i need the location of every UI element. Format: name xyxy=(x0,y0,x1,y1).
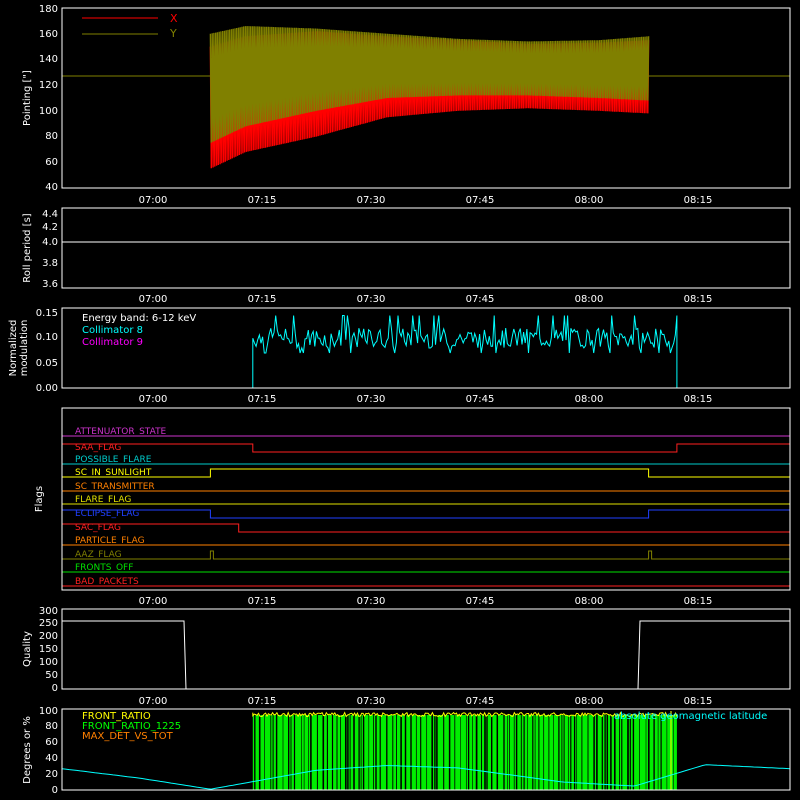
pointing-ytick: 180 xyxy=(39,4,58,15)
quality-ytick: 100 xyxy=(39,657,58,668)
roll-ylabel: Roll period [s] xyxy=(22,213,33,282)
quality-xtick: 07:45 xyxy=(466,696,495,707)
flag-label: POSSIBLE_FLARE xyxy=(75,455,152,465)
quality-xtick: 08:00 xyxy=(575,696,604,707)
flag-label: SAC_FLAG xyxy=(75,523,121,533)
quality-ytick: 200 xyxy=(39,631,58,642)
quality-ytick: 50 xyxy=(45,670,58,681)
flag-label: SC_IN_SUNLIGHT xyxy=(75,468,152,478)
pointing-xtick: 07:00 xyxy=(139,195,168,206)
pointing-ytick: 40 xyxy=(45,182,58,193)
roll-xtick: 07:30 xyxy=(357,294,386,305)
quality-ytick: 150 xyxy=(39,644,58,655)
flag-label: ECLIPSE_FLAG xyxy=(75,509,139,519)
pointing-xtick: 07:45 xyxy=(466,195,495,206)
flag-label: FLARE_FLAG xyxy=(75,495,131,505)
modulation-legend-collimator8: Collimator 8 xyxy=(82,325,143,336)
modulation-xtick: 07:00 xyxy=(139,394,168,405)
flag-label: SAA_FLAG xyxy=(75,443,121,453)
quality-xtick: 07:30 xyxy=(357,696,386,707)
pointing-xtick: 08:15 xyxy=(684,195,713,206)
pointing-ytick: 140 xyxy=(39,54,58,65)
flag-label: AAZ_FLAG xyxy=(75,550,122,560)
roll-ytick: 4.2 xyxy=(42,222,58,233)
pointing-xtick: 07:15 xyxy=(248,195,277,206)
roll-ytick: 3.6 xyxy=(42,279,58,290)
roll-xtick: 07:45 xyxy=(466,294,495,305)
flags-xtick: 07:00 xyxy=(139,596,168,607)
roll-xtick: 07:00 xyxy=(139,294,168,305)
pointing-ytick: 60 xyxy=(45,157,58,168)
quality-ytick: 250 xyxy=(39,618,58,629)
pointing-ylabel: Pointing ["] xyxy=(22,70,33,126)
flag-label: SC_TRANSMITTER xyxy=(75,482,155,492)
pointing-ytick: 100 xyxy=(39,106,58,117)
pointing-ytick: 120 xyxy=(39,80,58,91)
geo-ytick: 20 xyxy=(45,769,58,780)
modulation-ytick: 0.10 xyxy=(36,332,58,343)
modulation-ylabel: Normalized xyxy=(8,320,19,377)
quality-ytick: 0 xyxy=(52,683,58,694)
modulation-ytick: 0.05 xyxy=(36,358,58,369)
pointing-legend-x-label: X xyxy=(170,12,178,25)
flags-xtick: 07:45 xyxy=(466,596,495,607)
roll-ytick: 4.0 xyxy=(42,237,58,248)
quality-xtick: 07:00 xyxy=(139,696,168,707)
geo-legend-max-det: MAX_DET_VS_TOT xyxy=(82,731,174,742)
pointing-xtick: 08:00 xyxy=(575,195,604,206)
modulation-xtick: 07:45 xyxy=(466,394,495,405)
figure: 40 60 80 100 120 140 160 180 Pointing ["… xyxy=(0,0,800,800)
modulation-ytick: 0.15 xyxy=(36,308,58,319)
quality-xtick: 07:15 xyxy=(248,696,277,707)
geo-ytick: 60 xyxy=(45,737,58,748)
modulation-legend-collimator9: Collimator 9 xyxy=(82,337,143,348)
geo-ytick: 0 xyxy=(52,785,58,796)
flag-label: PARTICLE_FLAG xyxy=(75,536,145,546)
modulation-ylabel: modulation xyxy=(19,320,30,377)
quality-xtick: 08:15 xyxy=(684,696,713,707)
geo-ytick: 100 xyxy=(39,706,58,717)
flags-xtick: 07:15 xyxy=(248,596,277,607)
pointing-xtick: 07:30 xyxy=(357,195,386,206)
flags-xtick: 08:00 xyxy=(575,596,604,607)
flags-xtick: 07:30 xyxy=(357,596,386,607)
modulation-xtick: 07:30 xyxy=(357,394,386,405)
flags-ylabel: Flags xyxy=(34,486,45,512)
roll-ytick: 3.8 xyxy=(42,258,58,269)
modulation-legend-energy: Energy band: 6-12 keV xyxy=(82,313,196,324)
geo-ylabel: Degrees or % xyxy=(22,716,33,784)
modulation-xtick: 07:15 xyxy=(248,394,277,405)
flag-label: ATTENUATOR_STATE xyxy=(75,427,167,437)
pointing-legend-y-label: Y xyxy=(169,27,177,40)
pointing-ytick: 160 xyxy=(39,29,58,40)
geo-annotation: absolute geomagnetic latitude xyxy=(614,711,767,722)
flag-label: FRONTS_OFF xyxy=(75,563,133,573)
roll-xtick: 08:00 xyxy=(575,294,604,305)
modulation-xtick: 08:00 xyxy=(575,394,604,405)
flags-xtick: 08:15 xyxy=(684,596,713,607)
geo-ytick: 40 xyxy=(45,753,58,764)
roll-xtick: 08:15 xyxy=(684,294,713,305)
modulation-xtick: 08:15 xyxy=(684,394,713,405)
quality-ylabel: Quality xyxy=(22,631,33,667)
geo-front-ratio-1225-bars xyxy=(252,715,677,790)
roll-xtick: 07:15 xyxy=(248,294,277,305)
modulation-ytick: 0.00 xyxy=(36,383,58,394)
flag-label: BAD_PACKETS xyxy=(75,577,139,587)
geo-green-block xyxy=(252,715,677,790)
quality-ytick: 300 xyxy=(39,606,58,617)
geo-ytick: 80 xyxy=(45,721,58,732)
roll-ytick: 4.4 xyxy=(42,209,58,220)
pointing-ytick: 80 xyxy=(45,131,58,142)
